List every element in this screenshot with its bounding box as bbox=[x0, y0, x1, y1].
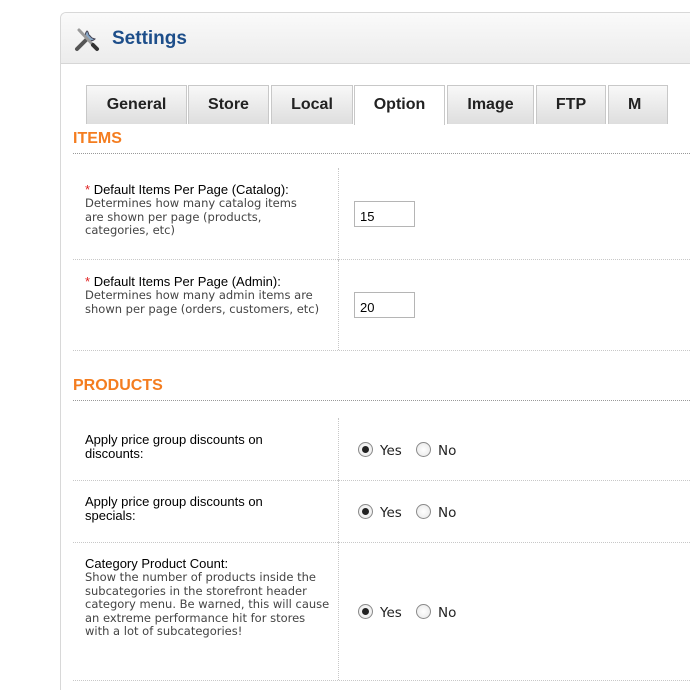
admin-items-label: * Default Items Per Page (Admin): Determ… bbox=[85, 275, 335, 316]
section-divider bbox=[73, 400, 690, 401]
section-title-items: ITEMS bbox=[73, 130, 122, 147]
category-count-help: Show the number of products inside the s… bbox=[85, 570, 330, 638]
section-title-products: PRODUCTS bbox=[73, 377, 163, 394]
catalog-items-label-text: Default Items Per Page (Catalog): bbox=[93, 182, 289, 197]
discounts-no-radio[interactable] bbox=[416, 442, 431, 457]
column-divider bbox=[338, 260, 339, 350]
required-mark: * bbox=[85, 182, 91, 197]
row-divider bbox=[73, 680, 690, 681]
specials-yes-label: Yes bbox=[380, 505, 402, 521]
admin-items-input[interactable] bbox=[354, 292, 415, 318]
category-count-no-radio[interactable] bbox=[416, 604, 431, 619]
admin-items-help: Determines how many admin items are show… bbox=[85, 288, 320, 316]
column-divider bbox=[338, 542, 339, 680]
catalog-items-help: Determines how many catalog items are sh… bbox=[85, 196, 297, 237]
discounts-no-label: No bbox=[438, 443, 457, 459]
category-count-yes-label: Yes bbox=[380, 605, 402, 621]
row-divider bbox=[73, 542, 690, 543]
catalog-items-input[interactable] bbox=[354, 201, 415, 227]
column-divider bbox=[338, 480, 339, 542]
specials-yes-radio[interactable] bbox=[358, 504, 373, 519]
required-mark: * bbox=[85, 274, 91, 289]
column-divider bbox=[338, 168, 339, 260]
category-count-label: Category Product Count: Show the number … bbox=[85, 557, 335, 639]
specials-label: Apply price group discounts on specials: bbox=[85, 494, 263, 523]
category-count-yes-radio[interactable] bbox=[358, 604, 373, 619]
specials-no-radio[interactable] bbox=[416, 504, 431, 519]
settings-form: ITEMS * Default Items Per Page (Catalog)… bbox=[0, 0, 690, 690]
category-count-label-text: Category Product Count: bbox=[85, 556, 229, 571]
discounts-yes-label: Yes bbox=[380, 443, 402, 459]
discounts-label: Apply price group discounts on discounts… bbox=[85, 432, 263, 461]
row-divider bbox=[73, 259, 690, 260]
discounts-yes-radio[interactable] bbox=[358, 442, 373, 457]
catalog-items-label: * Default Items Per Page (Catalog): Dete… bbox=[85, 183, 335, 238]
row-divider bbox=[73, 480, 690, 481]
admin-items-label-text: Default Items Per Page (Admin): bbox=[93, 274, 281, 289]
column-divider bbox=[338, 418, 339, 480]
specials-no-label: No bbox=[438, 505, 457, 521]
row-divider bbox=[73, 350, 690, 351]
category-count-no-label: No bbox=[438, 605, 457, 621]
section-divider bbox=[73, 153, 690, 154]
